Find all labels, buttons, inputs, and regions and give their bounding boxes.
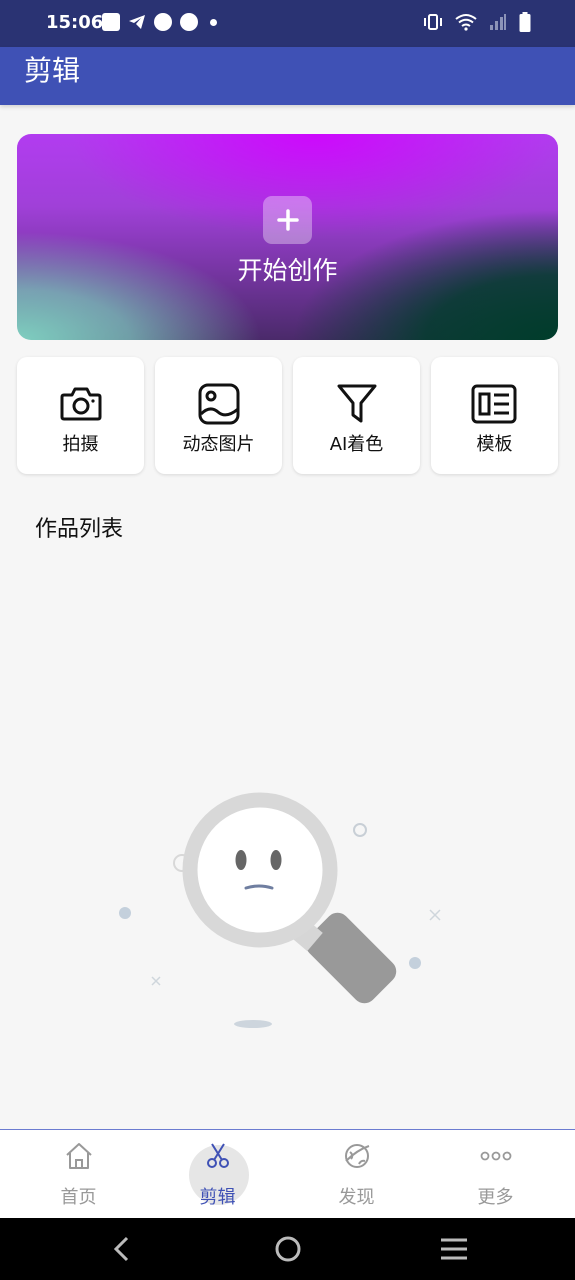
empty-search-icon [119, 792, 441, 1028]
signal-icon [490, 14, 506, 30]
scissors-icon [207, 1143, 229, 1168]
nav-label: 剪辑 [199, 1187, 236, 1208]
start-creating-card[interactable]: 开始创作 [17, 134, 558, 340]
tool-ai-color[interactable]: AI着色 [293, 357, 420, 474]
telegram-icon [129, 15, 145, 29]
back-icon[interactable] [110, 1236, 134, 1262]
nav-label: 首页 [60, 1187, 97, 1208]
battery-icon [519, 12, 531, 32]
image-icon [198, 383, 240, 425]
nav-item-edit[interactable]: 剪辑 [146, 1130, 289, 1219]
tool-grid: 拍摄 动态图片 AI着色 模板 [17, 357, 558, 474]
works-list-title: 作品列表 [35, 517, 124, 542]
tool-label: 模板 [476, 434, 513, 455]
home-icon [66, 1143, 92, 1169]
nav-label: 发现 [338, 1187, 375, 1208]
nav-item-more[interactable]: 更多 [424, 1130, 567, 1219]
nav-item-discover[interactable]: 发现 [285, 1130, 428, 1219]
bottom-navigation: 首页 剪辑 发现 更多 [0, 1129, 575, 1218]
tool-animated-image[interactable]: 动态图片 [155, 357, 282, 474]
menu-icon[interactable] [440, 1236, 468, 1262]
tool-label: AI着色 [329, 434, 384, 455]
filter-icon [337, 384, 377, 423]
speedometer-icon [154, 13, 172, 31]
home-circle-icon[interactable] [274, 1236, 302, 1264]
system-navigation-bar [0, 1218, 575, 1280]
tool-camera[interactable]: 拍摄 [17, 357, 144, 474]
more-icon [480, 1151, 512, 1161]
status-bar: 15:06 [0, 0, 575, 47]
mail-icon [102, 13, 120, 31]
dot-icon [210, 18, 217, 26]
vibrate-icon [424, 14, 442, 30]
start-creating-label: 开始创作 [237, 256, 338, 285]
plus-icon [263, 196, 312, 244]
camera-icon [60, 387, 102, 421]
tool-label: 动态图片 [182, 434, 255, 455]
planet-icon [345, 1144, 370, 1168]
status-time: 15:06 [46, 12, 104, 33]
speedometer-icon [180, 13, 198, 31]
wifi-icon [455, 14, 477, 31]
nav-label: 更多 [477, 1187, 514, 1208]
page-title: 剪辑 [24, 54, 81, 87]
nav-item-home[interactable]: 首页 [7, 1130, 150, 1219]
tool-label: 拍摄 [62, 434, 99, 455]
system-status-icons [423, 12, 531, 32]
template-icon [471, 384, 517, 424]
app-bar: 剪辑 [0, 47, 575, 105]
tool-template[interactable]: 模板 [431, 357, 558, 474]
notification-icons [102, 13, 217, 31]
